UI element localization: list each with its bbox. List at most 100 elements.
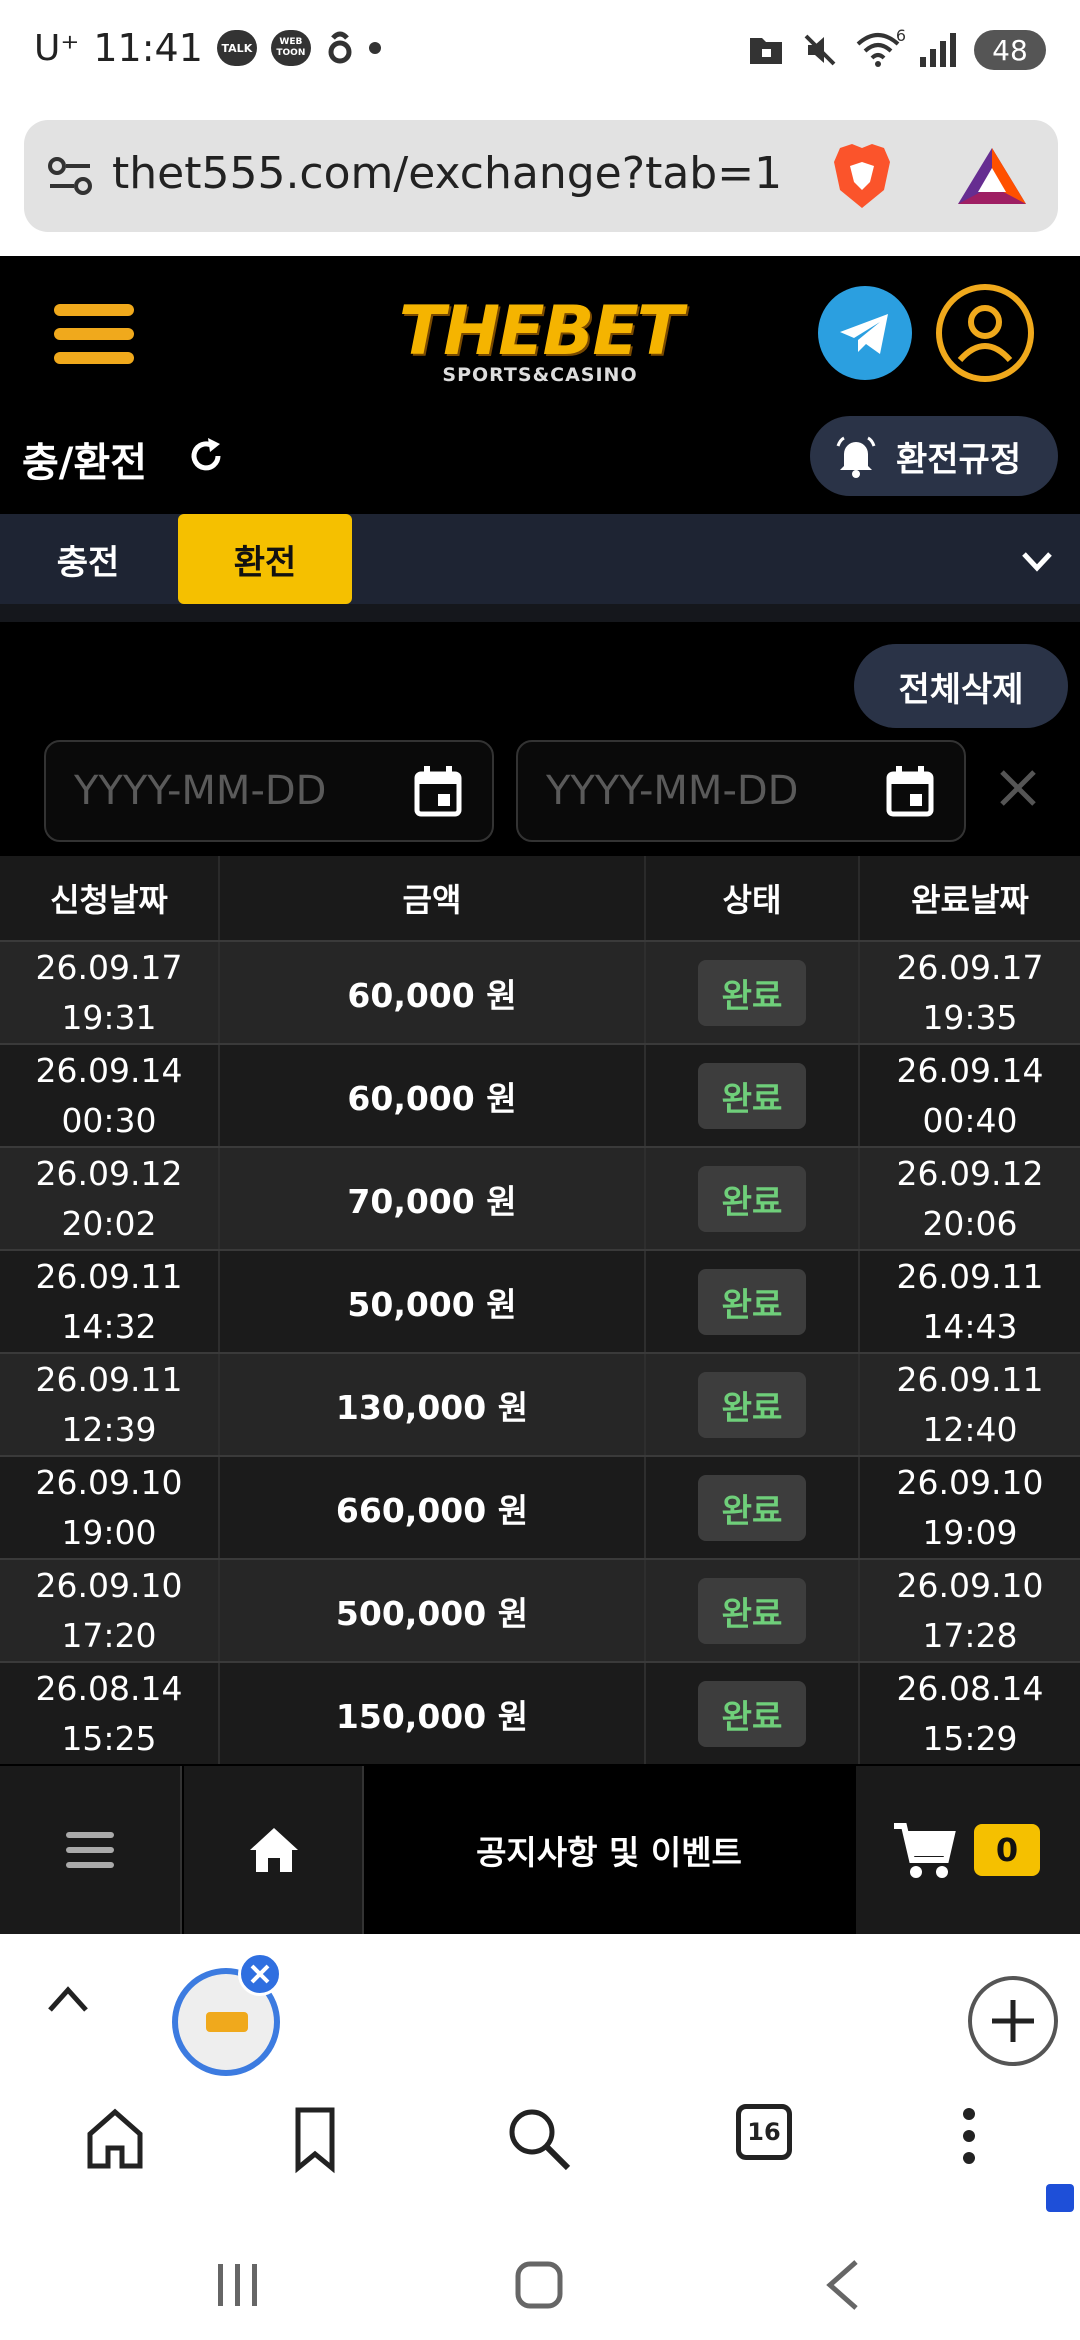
status-cell: 완료: [646, 1663, 860, 1764]
amount-cell: 150,000 원: [220, 1663, 646, 1764]
telegram-icon[interactable]: [818, 286, 912, 380]
status-badge: 완료: [698, 1165, 806, 1232]
status-badge: 완료: [698, 1680, 806, 1747]
folder-lock-icon: [750, 38, 782, 64]
exchange-rules-label: 환전규정: [896, 439, 1022, 480]
request-date: 26.09.14: [35, 1050, 183, 1090]
header-amount: 금액: [220, 856, 646, 940]
tabs-count-icon[interactable]: 16: [736, 2104, 792, 2160]
request-time: 12:39: [61, 1409, 157, 1449]
bottom-menu-button[interactable]: [0, 1766, 182, 1934]
status-badge: 완료: [698, 1268, 806, 1335]
table-row: 26.09.11 12:39 130,000 원 완료 26.09.11 12:40: [0, 1352, 1080, 1455]
more-icon[interactable]: [934, 2104, 1004, 2174]
amount: 500,000 원: [335, 1593, 529, 1633]
bet-cart-button[interactable]: 0: [856, 1766, 1080, 1934]
request-time: 00:30: [61, 1100, 157, 1140]
wifi-icon: [856, 33, 900, 67]
logo-text: THEBET: [398, 292, 683, 371]
date-to-input[interactable]: [546, 768, 846, 814]
new-tab-button[interactable]: [968, 1976, 1058, 2066]
site-logo[interactable]: THEBET SPORTS&CASINO: [394, 292, 686, 390]
request-date: 26.09.10: [35, 1462, 183, 1502]
request-time: 14:32: [61, 1306, 157, 1346]
complete-date: 26.08.14: [896, 1668, 1044, 1708]
complete-time: 14:43: [922, 1306, 1018, 1346]
status-left: U⁺ 11:41 TALK WEB TOON: [34, 26, 381, 70]
notice-event-link[interactable]: 공지사항 및 이벤트: [364, 1766, 854, 1934]
date-from-input[interactable]: [74, 768, 374, 814]
table-row: 26.09.10 17:20 500,000 원 완료 26.09.10 17:28: [0, 1558, 1080, 1661]
url-text[interactable]: thet555.com/exchange?tab=1: [112, 148, 782, 199]
request-date-cell: 26.09.10 19:00: [0, 1457, 220, 1558]
complete-time: 20:06: [922, 1203, 1018, 1243]
date-from-field[interactable]: [44, 740, 494, 842]
delete-all-button[interactable]: 전체삭제: [854, 644, 1068, 728]
exchange-rules-button[interactable]: 환전규정: [810, 416, 1058, 496]
request-date: 26.09.11: [35, 1256, 183, 1296]
calendar-icon[interactable]: [886, 766, 934, 818]
search-icon[interactable]: [504, 2104, 574, 2174]
amount-cell: 70,000 원: [220, 1148, 646, 1249]
overlay-badge-icon: [1046, 2184, 1074, 2212]
complete-date-cell: 26.09.17 19:35: [860, 942, 1080, 1043]
amount: 130,000 원: [335, 1387, 529, 1427]
page-title-row: 충/환전 환전규정: [0, 416, 1080, 512]
request-date: 26.08.14: [35, 1668, 183, 1708]
status-badge: 완료: [698, 1577, 806, 1644]
request-date-cell: 26.09.14 00:30: [0, 1045, 220, 1146]
chevron-down-icon[interactable]: [1018, 542, 1056, 580]
bottom-home-button[interactable]: [184, 1766, 364, 1934]
amount-cell: 500,000 원: [220, 1560, 646, 1661]
amount: 60,000 원: [347, 975, 517, 1015]
recent-apps-icon[interactable]: [214, 2262, 262, 2308]
site-settings-icon[interactable]: [48, 156, 92, 196]
complete-time: 19:35: [922, 997, 1018, 1037]
amount-cell: 60,000 원: [220, 1045, 646, 1146]
complete-date: 26.09.11: [896, 1359, 1044, 1399]
tab-exchange[interactable]: 환전: [178, 514, 352, 604]
calendar-icon[interactable]: [414, 766, 462, 818]
status-cell: 완료: [646, 942, 860, 1043]
amount-cell: 50,000 원: [220, 1251, 646, 1352]
amount: 50,000 원: [347, 1284, 517, 1324]
home-nav-icon[interactable]: [514, 2260, 564, 2310]
status-badge: 완료: [698, 1062, 806, 1129]
table-row: 26.09.17 19:31 60,000 원 완료 26.09.17 19:35: [0, 940, 1080, 1043]
bookmark-icon[interactable]: [280, 2104, 350, 2174]
date-to-field[interactable]: [516, 740, 966, 842]
chevron-up-icon[interactable]: [46, 1984, 90, 2014]
close-icon[interactable]: [996, 766, 1040, 810]
request-date-cell: 26.09.11 14:32: [0, 1251, 220, 1352]
tab-charge[interactable]: 충전: [18, 514, 158, 604]
brave-rewards-icon[interactable]: [956, 146, 1028, 206]
table-header: 신청날짜 금액 상태 완료날짜: [0, 856, 1080, 940]
complete-date: 26.09.10: [896, 1565, 1044, 1605]
amount: 150,000 원: [335, 1696, 529, 1736]
complete-date: 26.09.11: [896, 1256, 1044, 1296]
request-date: 26.09.12: [35, 1153, 183, 1193]
browser-bottom-bar: 16: [0, 1934, 1080, 2340]
complete-date: 26.09.10: [896, 1462, 1044, 1502]
notification-dot: [368, 42, 381, 54]
profile-icon[interactable]: [936, 284, 1034, 382]
refresh-icon[interactable]: [186, 436, 226, 476]
brave-shields-icon[interactable]: [830, 142, 894, 210]
table-row: 26.09.11 14:32 50,000 원 완료 26.09.11 14:43: [0, 1249, 1080, 1352]
request-date-cell: 26.09.11 12:39: [0, 1354, 220, 1455]
site-bottom-nav: 공지사항 및 이벤트 0: [0, 1766, 1080, 1934]
home-icon[interactable]: [80, 2104, 150, 2174]
amount: 70,000 원: [347, 1181, 517, 1221]
complete-date-cell: 26.09.12 20:06: [860, 1148, 1080, 1249]
status-cell: 완료: [646, 1560, 860, 1661]
status-cell: 완료: [646, 1148, 860, 1249]
status-badge: 완료: [698, 1474, 806, 1541]
close-tab-icon[interactable]: [238, 1952, 282, 1996]
address-bar[interactable]: thet555.com/exchange?tab=1: [24, 120, 1058, 232]
menu-icon[interactable]: [54, 304, 134, 368]
status-cell: 완료: [646, 1457, 860, 1558]
back-icon[interactable]: [822, 2258, 862, 2312]
request-date-cell: 26.09.17 19:31: [0, 942, 220, 1043]
talk-icon: TALK: [216, 30, 257, 66]
complete-time: 19:09: [922, 1512, 1018, 1552]
